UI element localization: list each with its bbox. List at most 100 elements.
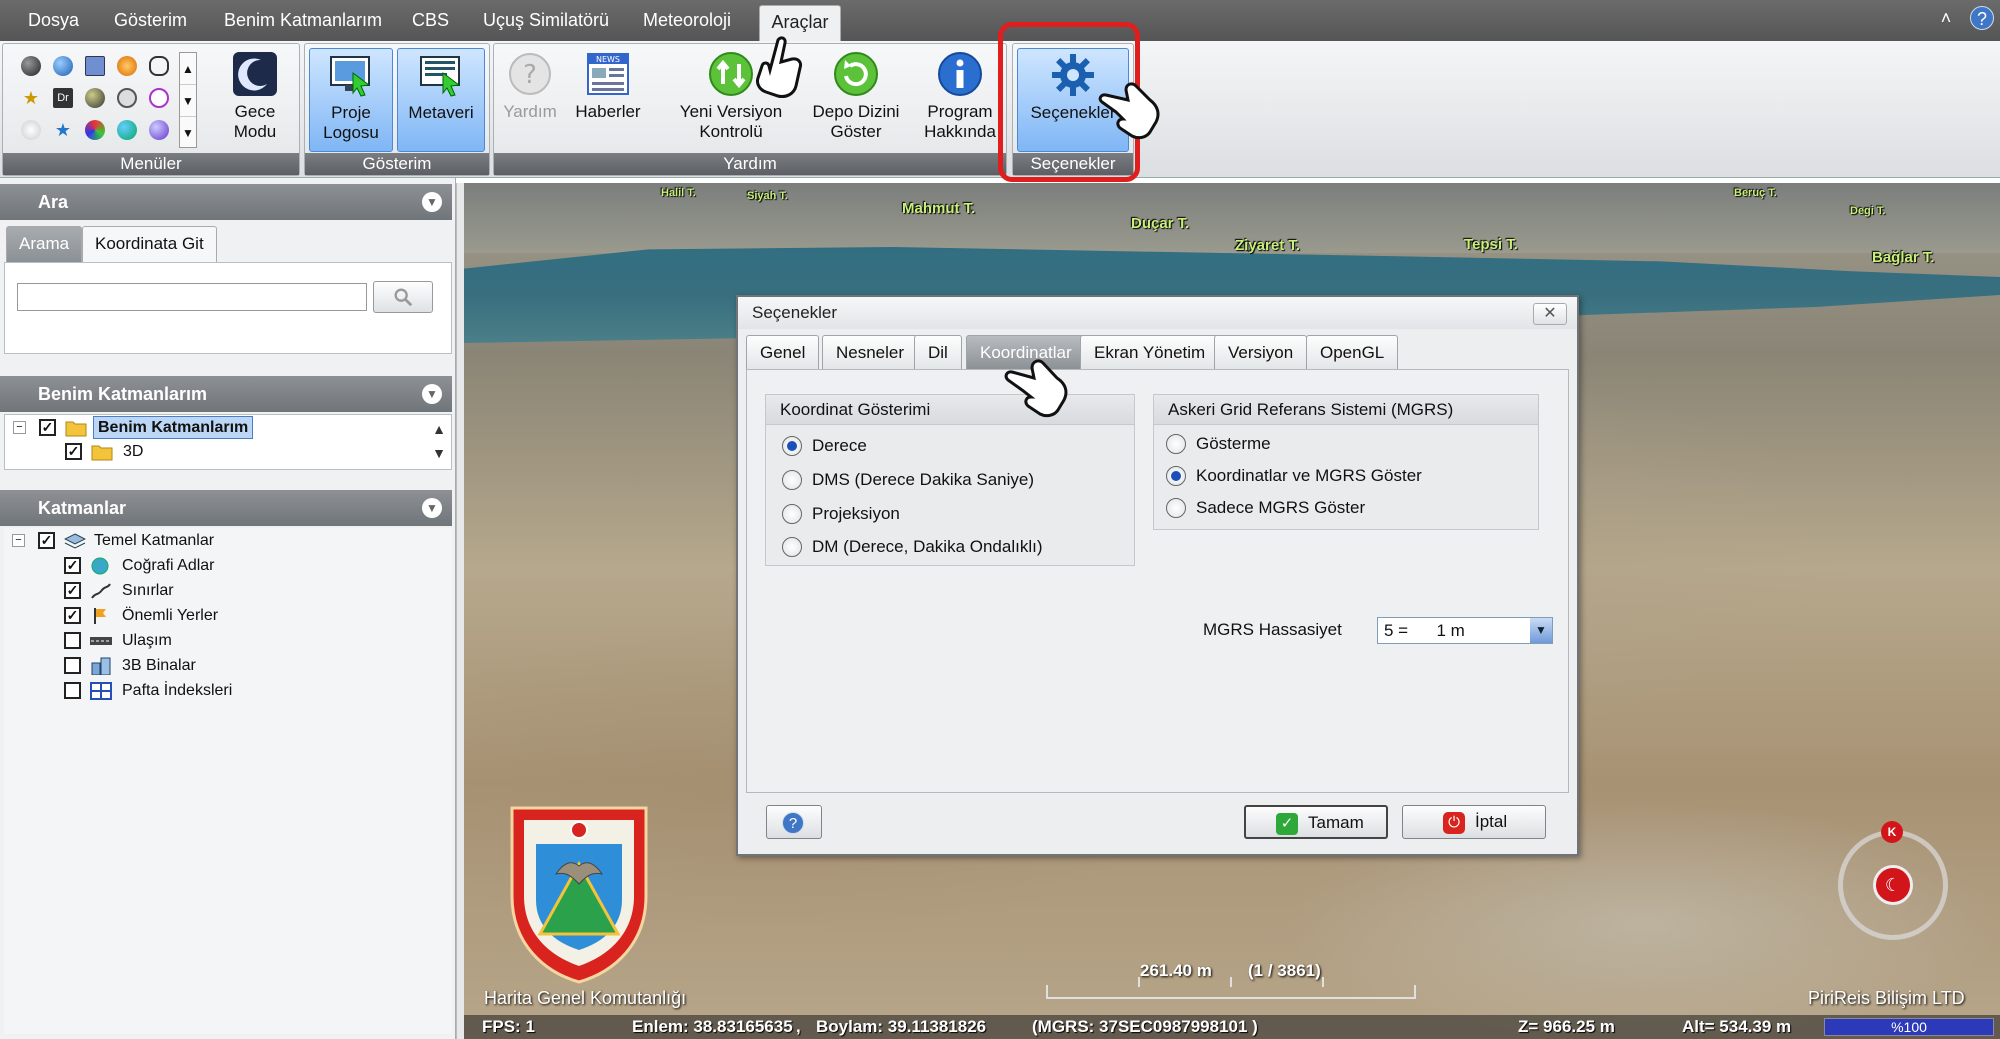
gallery-scrollbar[interactable]: ▲ ▼ ▼ (179, 52, 197, 148)
checkbox-checked[interactable]: ✓ (64, 607, 81, 624)
radio-button-selected[interactable] (1166, 466, 1186, 486)
compass[interactable]: K ☾ (1838, 821, 1948, 940)
globe-icon[interactable] (53, 56, 73, 76)
tab-nesneler[interactable]: Nesneler (822, 335, 919, 369)
checkbox-unchecked[interactable] (64, 632, 81, 649)
menu-tab-dosya[interactable]: Dosya (22, 0, 85, 41)
metadata-button[interactable]: Metaveri (397, 48, 485, 152)
dialog-title-bar[interactable]: Seçenekler (738, 297, 1577, 329)
tab-versiyon[interactable]: Versiyon (1214, 335, 1308, 369)
night-mode-button[interactable]: Gece Modu (215, 48, 295, 152)
gallery-down-icon[interactable]: ▼ (180, 85, 196, 117)
ok-button[interactable]: ✓ Tamam (1244, 805, 1388, 839)
color-wheel-icon[interactable] (85, 120, 105, 140)
search-box (4, 262, 452, 354)
project-logo-button[interactable]: Proje Logosu (309, 48, 393, 152)
tree-item-onemli-yerler[interactable]: ✓ Önemli Yerler (8, 603, 428, 628)
tree-label: 3B Binalar (122, 657, 196, 674)
layers-panel-header[interactable]: Katmanlar ▼ (0, 490, 452, 526)
about-button[interactable]: Program Hakkında (918, 48, 1002, 152)
search-panel-header[interactable]: Ara ▼ (0, 184, 452, 220)
menu-tab-ucus-similatoru[interactable]: Uçuş Similatörü (477, 0, 615, 41)
radio-button[interactable] (782, 504, 802, 524)
badge-icon[interactable] (149, 88, 169, 108)
my-layers-panel-header[interactable]: Benim Katmanlarım ▼ (0, 376, 452, 412)
svg-text:?: ? (523, 60, 537, 90)
planet-icon[interactable] (85, 88, 105, 108)
target-icon[interactable] (117, 56, 137, 76)
border-line-icon (91, 583, 111, 599)
chevron-down-icon[interactable]: ▼ (422, 384, 442, 404)
collapse-ribbon-icon[interactable]: ˄ (1934, 6, 1958, 30)
help-icon[interactable]: ? (1970, 6, 1994, 30)
collapse-icon[interactable]: − (12, 534, 25, 547)
checkbox-checked[interactable]: ✓ (38, 532, 55, 549)
radio-button-selected[interactable] (782, 436, 802, 456)
tree-item-cografi-adlar[interactable]: ✓ Coğrafi Adlar (8, 553, 428, 578)
record-icon[interactable] (117, 88, 137, 108)
panel-splitter[interactable] (456, 183, 464, 1039)
tree-scrollbar[interactable]: ▲ ▼ (431, 417, 447, 465)
collapse-icon[interactable]: − (13, 421, 26, 434)
tab-arama[interactable]: Arama (6, 226, 83, 262)
earth-icon[interactable] (117, 120, 137, 140)
tab-genel[interactable]: Genel (746, 335, 820, 369)
close-icon[interactable]: ✕ (1533, 303, 1567, 325)
search-button[interactable] (373, 281, 433, 313)
checkbox-checked[interactable]: ✓ (39, 419, 56, 436)
tree-item-3b-binalar[interactable]: 3B Binalar (8, 653, 428, 678)
tree-item-3d[interactable]: ✓ 3D (9, 439, 429, 464)
menu-tab-benim-katmanlarim[interactable]: Benim Katmanlarım (218, 0, 388, 41)
project-logo-label: Proje Logosu (323, 103, 379, 142)
orb-icon[interactable] (149, 120, 169, 140)
chevron-down-icon[interactable]: ▼ (422, 192, 442, 212)
menu-tab-meteoroloji[interactable]: Meteoroloji (637, 0, 737, 41)
cancel-button[interactable]: ⏻ İptal (1402, 805, 1546, 839)
chevron-down-icon[interactable]: ▼ (422, 498, 442, 518)
blue-star-icon[interactable]: ★ (53, 120, 73, 140)
pointer-hand-icon (1004, 359, 1068, 418)
radio-button[interactable] (782, 537, 802, 557)
monitor-cursor-icon (330, 56, 371, 97)
menu-tab-cbs[interactable]: CBS (406, 0, 455, 41)
news-button[interactable]: NEWS Haberler (568, 48, 648, 152)
tab-dil[interactable]: Dil (914, 335, 962, 369)
mgrs-precision-select[interactable]: 5 = 1 m ▼ (1377, 617, 1553, 644)
checkbox-unchecked[interactable] (64, 682, 81, 699)
tab-opengl[interactable]: OpenGL (1306, 335, 1399, 369)
progress-bar: %100 (1824, 1018, 1994, 1036)
checkbox-checked[interactable]: ✓ (64, 582, 81, 599)
company-label: PiriReis Bilişim LTD (1808, 988, 1965, 1008)
sphere-icon[interactable] (21, 56, 41, 76)
repo-dir-button[interactable]: Depo Dizini Göster (808, 48, 904, 152)
tree-item-benim-katmanlarim[interactable]: − ✓ Benim Katmanlarım (9, 415, 429, 440)
tree-item-pafta-indeksleri[interactable]: Pafta İndeksleri (8, 678, 428, 703)
menu-tab-gosterim[interactable]: Gösterim (108, 0, 193, 41)
tree-item-ulasim[interactable]: Ulaşım (8, 628, 428, 653)
chevron-down-icon[interactable]: ▼ (1530, 618, 1552, 643)
refresh-icon (834, 52, 878, 96)
link-icon[interactable] (149, 56, 169, 76)
gallery-more-icon[interactable]: ▼ (180, 117, 196, 149)
tab-koordinata-git[interactable]: Koordinata Git (82, 226, 217, 262)
menu-icon-gallery[interactable]: ★ Dr ★ (13, 52, 175, 148)
star-icon[interactable]: ★ (21, 88, 41, 108)
gallery-up-icon[interactable]: ▲ (180, 53, 196, 85)
checkbox-checked[interactable]: ✓ (64, 557, 81, 574)
checkbox-unchecked[interactable] (64, 657, 81, 674)
help-button[interactable]: ? Yardım (498, 48, 562, 152)
radio-button[interactable] (782, 470, 802, 490)
tree-item-temel-katmanlar[interactable]: − ✓ Temel Katmanlar (8, 528, 428, 553)
dialog-help-button[interactable]: ? (766, 805, 822, 839)
tree-item-sinirlar[interactable]: ✓ Sınırlar (8, 578, 428, 603)
radio-button[interactable] (1166, 498, 1186, 518)
search-icon (394, 288, 413, 307)
ribbon-group-gosterim: Proje Logosu Metaveri Gösterim (304, 43, 490, 176)
cloud-icon[interactable] (21, 120, 41, 140)
dr-icon[interactable]: Dr (53, 88, 73, 108)
radio-button[interactable] (1166, 434, 1186, 454)
checkbox-checked[interactable]: ✓ (65, 443, 82, 460)
window-icon[interactable] (85, 56, 105, 76)
search-input[interactable] (17, 283, 367, 311)
tab-ekran-yonetim[interactable]: Ekran Yönetim (1080, 335, 1220, 369)
